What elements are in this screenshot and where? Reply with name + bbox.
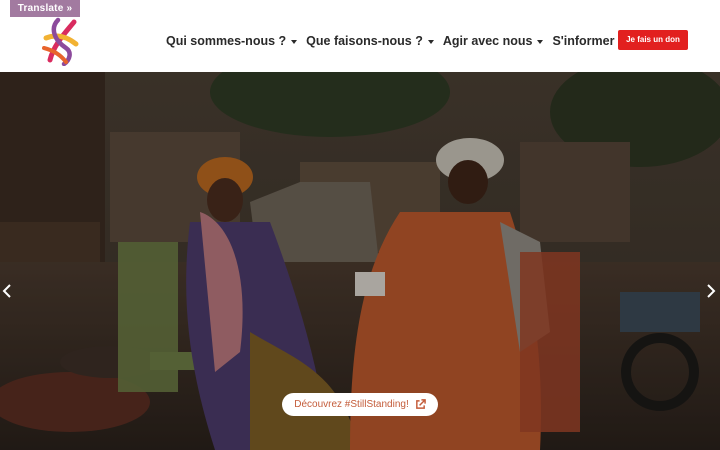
logo-ribbon-icon[interactable] [36, 14, 84, 66]
nav-item-s-informer[interactable]: S'informer [552, 33, 626, 49]
caret-down-icon [427, 40, 434, 44]
nav-item-qui-sommes-nous[interactable]: Qui sommes-nous ? [166, 33, 298, 49]
discover-still-standing-button[interactable]: Découvrez #StillStanding! [282, 393, 438, 416]
donate-button[interactable]: Je fais un don [618, 30, 688, 50]
hero-slider: Découvrez #StillStanding! [0, 72, 720, 450]
chevron-right-icon[interactable] [706, 284, 718, 300]
chevron-left-icon[interactable] [2, 284, 14, 300]
cta-label: Découvrez #StillStanding! [294, 399, 409, 410]
main-nav: Qui sommes-nous ? Que faisons-nous ? Agi… [166, 33, 634, 49]
nav-item-label: Que faisons-nous ? [306, 34, 423, 48]
caret-down-icon [537, 40, 544, 44]
nav-item-label: S'informer [552, 34, 615, 48]
external-link-icon [415, 399, 426, 409]
nav-item-label: Agir avec nous [442, 34, 533, 48]
nav-item-label: Qui sommes-nous ? [166, 34, 287, 48]
site-header: Translate » Qui sommes-nous ? Que faison… [0, 0, 720, 72]
nav-item-que-faisons-nous[interactable]: Que faisons-nous ? [306, 33, 434, 49]
caret-down-icon [291, 40, 298, 44]
nav-item-agir-avec-nous[interactable]: Agir avec nous [443, 33, 544, 49]
